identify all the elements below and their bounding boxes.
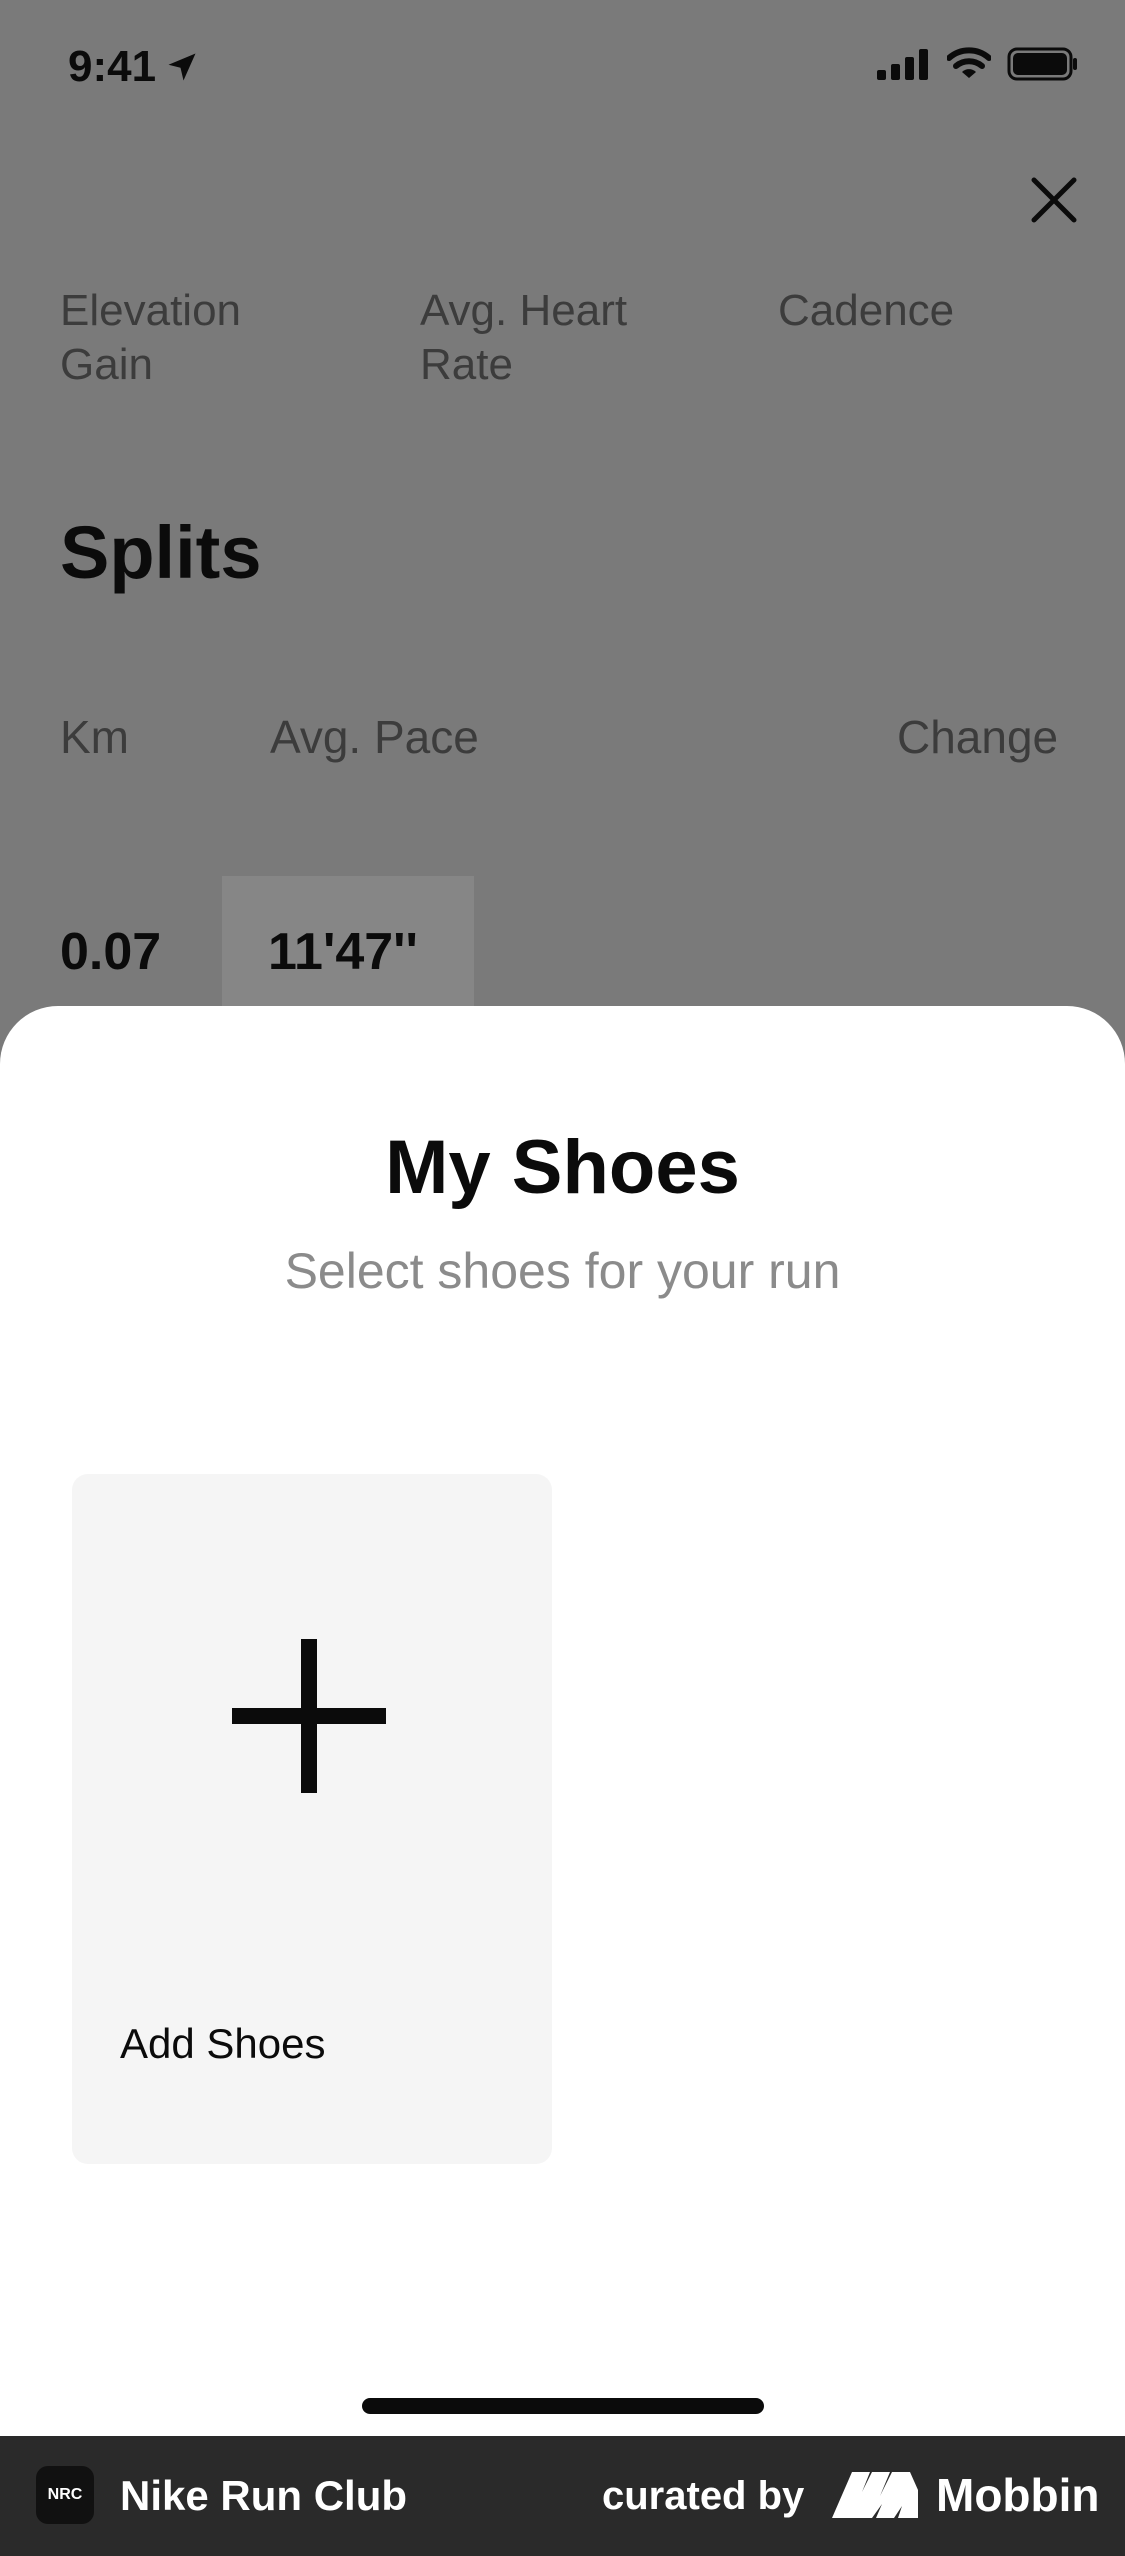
status-indicators: [877, 46, 1079, 82]
status-bar: 9:41: [0, 0, 1125, 140]
app-icon-text: NRC: [47, 2486, 83, 2503]
split-pace-value: 11'47'': [268, 923, 418, 981]
add-shoes-card[interactable]: Add Shoes: [72, 1474, 552, 2164]
status-time: 9:41: [68, 42, 200, 92]
battery-icon: [1007, 47, 1077, 81]
column-header-km: Km: [60, 711, 129, 763]
add-shoes-label: Add Shoes: [120, 2020, 326, 2067]
sheet-title: My Shoes: [385, 1125, 740, 1210]
brand-name: Mobbin: [936, 2469, 1100, 2521]
column-header-avg-pace: Avg. Pace: [270, 711, 479, 763]
workout-summary-screen: 9:41 Elevation Gain Avg. Heart Rate Cade…: [0, 0, 1125, 1100]
close-button[interactable]: [1022, 168, 1086, 232]
splits-heading: Splits: [60, 511, 262, 594]
my-shoes-sheet: My Shoes Select shoes for your run Add S…: [0, 1006, 1125, 2436]
mobbin-logo-icon: [832, 2472, 918, 2518]
location-arrow-icon: [168, 53, 196, 81]
sheet-subtitle: Select shoes for your run: [284, 1243, 841, 1299]
column-header-change: Change: [897, 711, 1059, 763]
home-indicator[interactable]: [362, 2398, 764, 2414]
metric-label-cadence: Cadence: [778, 286, 955, 335]
metric-label-elevation: Elevation Gain: [60, 286, 242, 389]
plus-icon: [232, 1639, 386, 1793]
app-name: Nike Run Club: [120, 2472, 408, 2519]
status-time-text: 9:41: [68, 42, 157, 91]
close-icon: [1031, 177, 1077, 223]
cellular-signal-icon: [877, 49, 928, 80]
wifi-icon: [947, 47, 991, 78]
curated-by-label: curated by: [602, 2474, 805, 2518]
metric-label-heart-rate: Avg. Heart Rate: [420, 286, 628, 389]
app-icon: NRC: [36, 2466, 94, 2524]
split-km-value: 0.07: [60, 923, 162, 981]
attribution-footer: NRC Nike Run Club curated by Mobbin: [0, 2436, 1125, 2556]
